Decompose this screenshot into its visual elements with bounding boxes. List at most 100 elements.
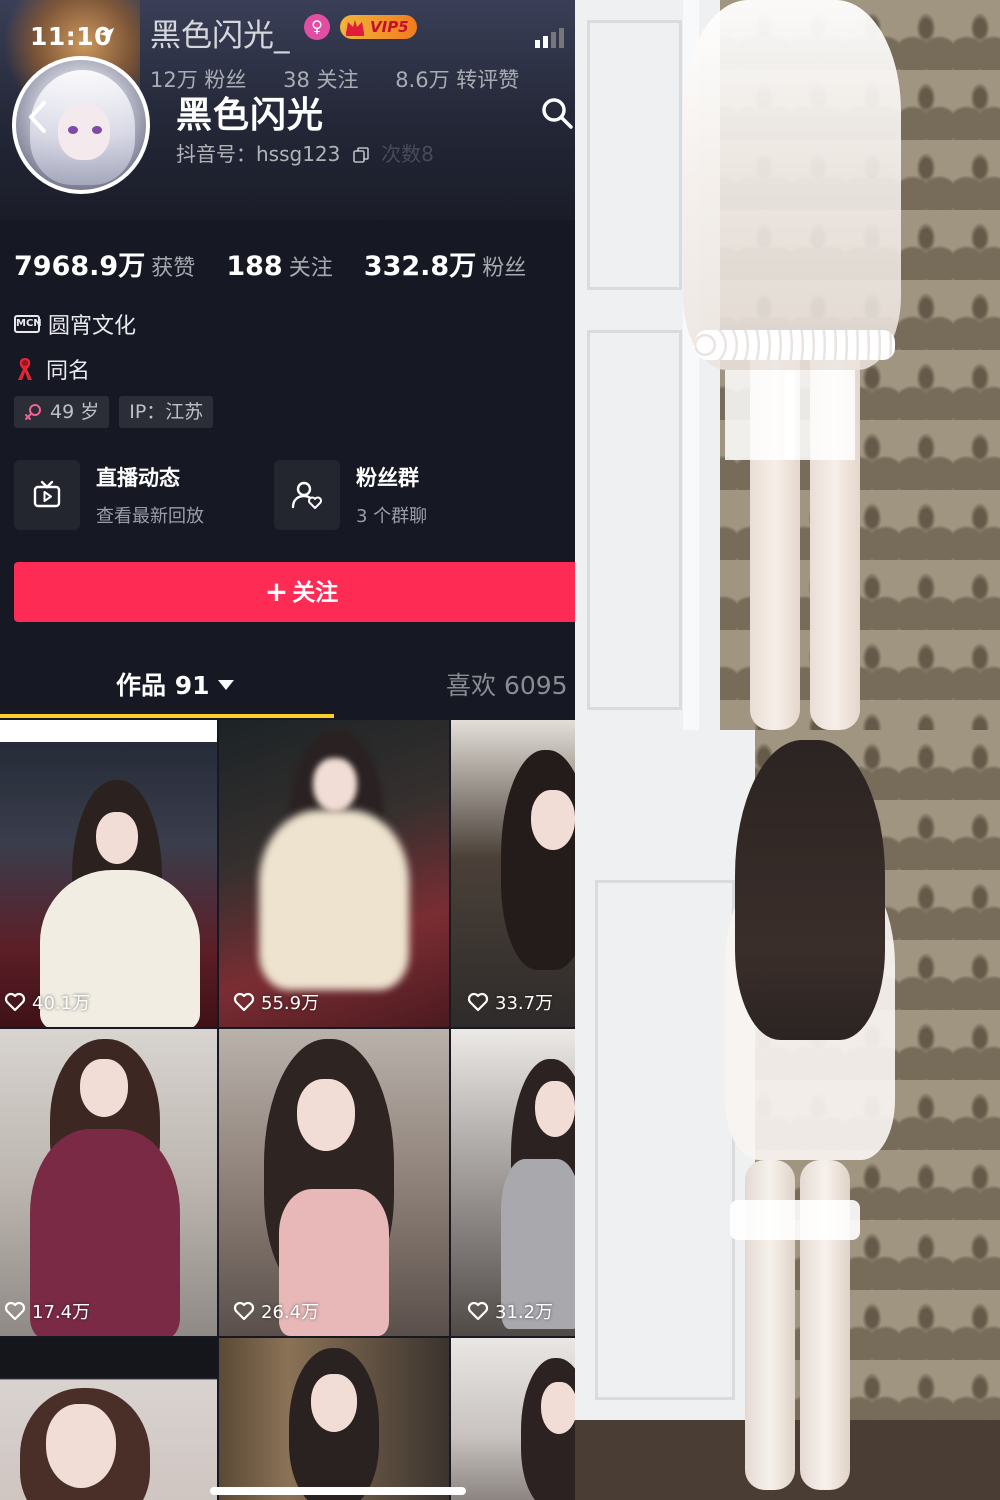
fan-group-card[interactable]: 粉丝群 3 个群聊 [274,460,534,530]
red-ribbon-icon [18,358,32,380]
live-replay-card[interactable]: 直播动态 查看最新回放 [14,460,274,530]
live-tv-icon [33,480,61,508]
person-face [531,790,575,850]
person-face [311,1374,357,1432]
collage: 11:10 黑色闪光_ ♀ VIP5 12万 粉丝 38 关注 8.6万 转评赞… [0,0,1000,1500]
video-like-count: 33.7万 [467,989,553,1015]
door-panel [587,20,682,290]
profile-stats: 7968.9万 获赞 188 关注 332.8万 粉丝 [14,244,552,283]
copy-icon[interactable] [352,147,369,163]
card-title: 粉丝群 [356,466,419,490]
door-panel [587,330,682,710]
signal-icon [535,28,564,48]
stat-label: 获赞 [151,256,196,281]
mcn-row: MCN 圆宵文化 [14,308,136,340]
video-thumbnail[interactable]: 33.7万 [451,720,575,1027]
ip-tag: IP：江苏 [119,396,214,428]
heart-outline-icon [4,1301,26,1321]
video-thumbnail[interactable]: 17.4万 [0,1029,217,1336]
lace-stocking-top [785,370,855,460]
card-title: 直播动态 [96,466,180,490]
age-text: 49 岁 [50,401,100,423]
stat-label: 粉丝 [482,256,527,281]
like-count: 55.9万 [261,993,320,1014]
crown-icon [346,20,364,36]
stat-followers[interactable]: 332.8万 粉丝 [364,244,526,283]
video-thumbnail[interactable] [219,1338,449,1500]
tab-works-label: 作品 91 [116,671,210,700]
tab-works[interactable]: 作品 91 [116,666,234,702]
female-icon [25,404,41,420]
tagline: 同名 [46,359,91,384]
profile-name: 黑色闪光 [176,95,325,136]
avatar-face [58,104,110,160]
video-thumbnail[interactable]: 31.2万 [451,1029,575,1336]
video-like-count: 17.4万 [4,1298,90,1324]
profile-tags: 49 岁 IP：江苏 [14,396,223,428]
douyin-id[interactable]: 抖音号：hssg123 次数8 [176,138,434,167]
video-thumbnail[interactable] [0,1338,217,1500]
person-face [297,1079,355,1151]
profile-screen: 11:10 黑色闪光_ ♀ VIP5 12万 粉丝 38 关注 8.6万 转评赞… [0,0,575,1500]
long-dark-hair [735,740,885,1040]
stat-value: 332.8万 [363,251,477,282]
video-thumbnail[interactable]: 26.4万 [219,1029,449,1336]
stat-value: 188 [226,251,283,282]
search-icon[interactable] [540,96,574,130]
card-text: 粉丝群 3 个群聊 [356,462,427,528]
video-like-count: 31.2万 [467,1298,553,1324]
photo-back-view [575,730,1000,1500]
person-hair [501,750,575,970]
video-like-count: 40.1万 [4,989,90,1015]
heart-outline-icon [467,992,489,1012]
photo-front-view [575,0,1000,730]
white-coat [259,810,409,990]
tab-likes[interactable]: 喜欢 6095 [446,666,568,702]
vip-badge: VIP5 [340,15,417,39]
fan-group-icon [291,481,322,509]
video-like-count: 55.9万 [233,989,319,1015]
person-face [96,812,138,864]
heart-outline-icon [233,992,255,1012]
ghost-stat: 8.6万 转评赞 [395,68,520,92]
card-icon-box [14,460,80,530]
person-face [80,1059,128,1117]
video-grid: 40.1万 55.9万 33.7万 17.4万 26.4万 31.2万 [0,720,575,1500]
avatar-eye [92,126,102,134]
like-count: 17.4万 [32,1302,91,1323]
stat-value: 7968.9万 [14,251,146,282]
tagline-row: 同名 [14,353,90,385]
location-arrow-icon [99,27,115,43]
follow-button[interactable]: + 关注 [14,562,575,622]
video-thumbnail[interactable]: 55.9万 [219,720,449,1027]
ruffle-hem [695,330,895,360]
like-count: 33.7万 [495,993,554,1014]
avatar-eye [68,126,78,134]
video-thumbnail[interactable] [451,1338,575,1500]
stat-following[interactable]: 188 关注 [226,250,332,282]
heart-outline-icon [4,992,26,1012]
white-sheer-dress [683,0,901,370]
mcn-icon: MCN [14,315,42,333]
like-count: 40.1万 [32,993,91,1014]
card-text: 直播动态 查看最新回放 [96,462,204,528]
video-like-count: 26.4万 [233,1298,319,1324]
like-count: 26.4万 [261,1302,320,1323]
content-tabs: 作品 91 喜欢 6095 [0,650,575,718]
active-tab-indicator [0,714,334,718]
video-thumbnail[interactable]: 40.1万 [0,720,217,1027]
card-icon-box [274,460,340,530]
follow-label: 关注 [292,580,339,606]
person-face [535,1081,575,1137]
door-panel [595,880,735,1400]
feature-cards: 直播动态 查看最新回放 粉丝群 3 个群聊 [14,460,534,530]
home-indicator[interactable] [210,1487,466,1495]
ip-text: IP：江苏 [129,401,204,423]
back-chevron-icon[interactable] [26,100,50,134]
plus-icon: + [264,575,289,608]
stat-likes: 7968.9万 获赞 [14,244,195,283]
vip-label: VIP5 [370,18,409,36]
female-badge-icon: ♀ [304,14,330,40]
person-face [46,1404,116,1488]
person-face [313,758,357,812]
